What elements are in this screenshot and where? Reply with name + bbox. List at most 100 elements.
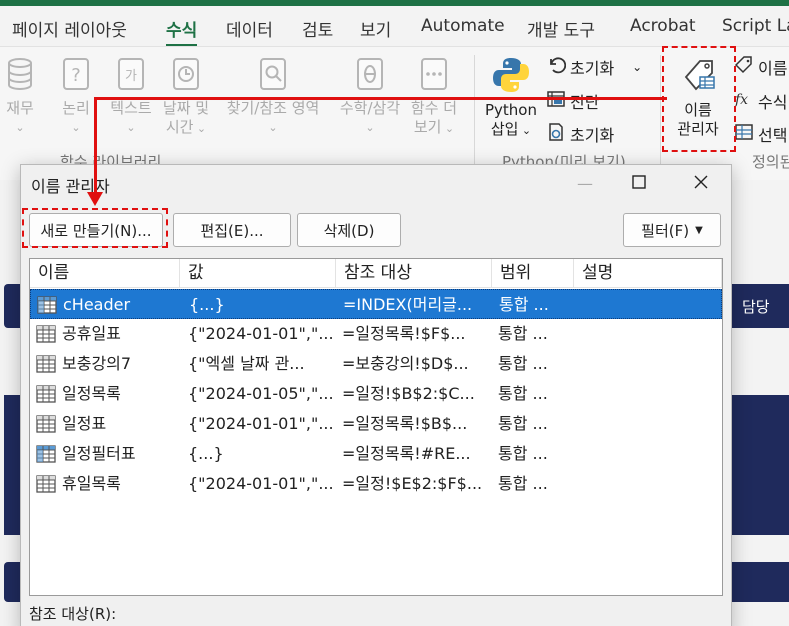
tab-review[interactable]: 검토 [302, 16, 333, 41]
cell-ref: =일정목록!$F$... [342, 324, 466, 343]
column-header-value[interactable]: 값 [180, 259, 336, 288]
define-name-button[interactable]: 이름 [734, 55, 787, 79]
cell-name: 일정표 [62, 414, 107, 433]
named-range-icon [36, 325, 56, 343]
column-header-scope[interactable]: 범위 [492, 259, 574, 288]
table-name-icon [37, 296, 57, 314]
named-range-icon [36, 415, 56, 433]
lookup-reference-label: 찾기/참조 영역 [226, 99, 320, 117]
cell-ref: =INDEX(머리글... [343, 295, 473, 314]
named-range-icon [36, 355, 56, 373]
filter-button[interactable]: 필터(F) ▼ [623, 213, 721, 247]
chevron-down-icon: ⌄ [365, 121, 375, 134]
connector-arrow-horizontal [95, 97, 667, 100]
cell-value: {"2024-01-01","... [188, 474, 332, 493]
cell-ref: =보충강의!$D$... [342, 354, 469, 373]
chevron-down-icon: ⌄ [632, 60, 643, 74]
named-range-icon [36, 385, 56, 403]
cell-scope: 통합 ... [498, 384, 548, 403]
date-time-label-2: 시간 [165, 118, 194, 136]
delete-name-button[interactable]: 삭제(D) [297, 213, 401, 247]
cell-desc [582, 319, 718, 349]
chevron-down-icon: ⌄ [71, 121, 81, 134]
maximize-button[interactable] [621, 169, 657, 197]
group-divider [474, 55, 475, 173]
tab-formulas[interactable]: 수식 [166, 16, 198, 47]
tab-script-lab[interactable]: Script Lab [722, 16, 789, 36]
list-item[interactable]: 휴일목록 {"2024-01-01","... =일정!$E$2:$F$... 통합 … [30, 469, 722, 499]
list-item[interactable]: 일정필터표 {...} =일정목록!#RE... 통합 ... [30, 439, 722, 469]
close-button[interactable] [683, 169, 719, 197]
cell-desc [582, 469, 718, 499]
dropdown-arrow-icon: ▼ [695, 224, 703, 236]
chevron-down-icon: ⌄ [126, 121, 136, 134]
insert-python-label-1: Python [485, 101, 537, 119]
named-range-icon [36, 475, 56, 493]
theta-book-icon [330, 57, 410, 93]
sheet-footer-band-right [732, 562, 789, 602]
math-trig-label: 수학/삼각 [339, 99, 401, 117]
undo-arrow-icon [546, 55, 567, 79]
logical-button[interactable]: ? 논리 ⌄ [56, 57, 96, 137]
create-from-selection-button[interactable]: 선택 [734, 122, 787, 146]
list-item[interactable]: cHeader {...} =INDEX(머리글... 통합 ... [30, 289, 722, 319]
column-header-refers-to[interactable]: 참조 대상 [336, 259, 492, 288]
list-item[interactable]: 일정목록 {"2024-01-05","... =일정!$B$2:$C... 통합 .… [30, 379, 722, 409]
tab-developer[interactable]: 개발 도구 [527, 16, 595, 41]
python-diagnose-button[interactable]: 진단 [546, 89, 599, 113]
python-reset-label-2: 초기화 [570, 126, 615, 145]
cell-value: {"2024-01-05","... [188, 384, 332, 403]
cell-desc [582, 349, 718, 379]
ribbon-tabs: 페이지 레이아웃 수식 데이터 검토 보기 Automate 개발 도구 Acr… [0, 6, 789, 47]
cell-ref: =일정!$E$2:$F$... [342, 474, 483, 493]
cell-value: {...} [189, 295, 225, 314]
cell-scope: 통합 ... [498, 444, 548, 463]
list-item[interactable]: 일정표 {"2024-01-01","... =일정목록!$B$... 통합 ... [30, 409, 722, 439]
tab-page-layout[interactable]: 페이지 레이아웃 [12, 16, 127, 41]
financial-button[interactable]: 재무 ⌄ [0, 57, 40, 137]
define-name-label: 이름 [758, 59, 788, 78]
diagnostics-icon [546, 89, 566, 113]
text-book-icon: 가 [106, 57, 156, 93]
grid-select-icon [734, 122, 754, 146]
logical-label: 논리 [62, 99, 90, 117]
cell-name: 휴일목록 [62, 474, 121, 493]
list-item[interactable]: 보충강의7 {"엑셀 날짜 관... =보충강의!$D$... 통합 ... [30, 349, 722, 379]
python-diagnose-label: 진단 [570, 93, 600, 112]
reset-doc-icon [546, 122, 566, 146]
more-functions-label-2: 보기 [413, 118, 442, 136]
chevron-down-icon: ⌄ [15, 121, 25, 134]
cell-ref: =일정!$B$2:$C... [342, 384, 475, 403]
edit-name-button[interactable]: 편집(E)... [173, 213, 291, 247]
minimize-icon: — [577, 173, 593, 193]
cell-value: {"엑셀 날짜 관... [188, 354, 305, 373]
svg-text:가: 가 [125, 69, 137, 84]
cell-name: 공휴일표 [62, 324, 121, 343]
column-header-comment[interactable]: 설명 [574, 259, 722, 288]
python-reset-button-2[interactable]: 초기화 [546, 122, 614, 146]
tab-automate[interactable]: Automate [421, 16, 505, 36]
cell-scope: 통합 ... [499, 295, 549, 314]
use-in-formula-button[interactable]: fx 수식 [734, 89, 787, 113]
cell-name: 일정필터표 [62, 444, 136, 463]
svg-text:fx: fx [734, 92, 748, 108]
python-reset-label-1: 초기화 [570, 59, 615, 78]
tab-data[interactable]: 데이터 [226, 16, 273, 41]
column-header-name[interactable]: 이름 [30, 259, 180, 288]
cell-ref: =일정목록!$B$... [342, 414, 468, 433]
cell-scope: 통합 ... [498, 474, 548, 493]
refers-to-label: 참조 대상(R): [29, 605, 117, 623]
clock-book-icon [160, 57, 212, 93]
python-icon [482, 55, 540, 95]
list-item[interactable]: 공휴일표 {"2024-01-01","... =일정목록!$F$... 통합 ... [30, 319, 722, 349]
tab-view[interactable]: 보기 [360, 16, 391, 41]
more-book-icon [406, 57, 462, 93]
cell-name: 보충강의7 [62, 354, 132, 373]
tab-acrobat[interactable]: Acrobat [630, 16, 696, 36]
cell-desc [582, 409, 718, 439]
sheet-header-band-right: 담당 [732, 284, 789, 328]
use-in-formula-label: 수식 [758, 93, 788, 112]
python-reset-button-1[interactable]: 초기화 ⌄ [546, 55, 642, 79]
cell-value: {"2024-01-01","... [188, 414, 332, 433]
names-list[interactable]: 이름 값 참조 대상 범위 설명 cHeader {...} =INDEX(머리글.… [29, 258, 723, 596]
